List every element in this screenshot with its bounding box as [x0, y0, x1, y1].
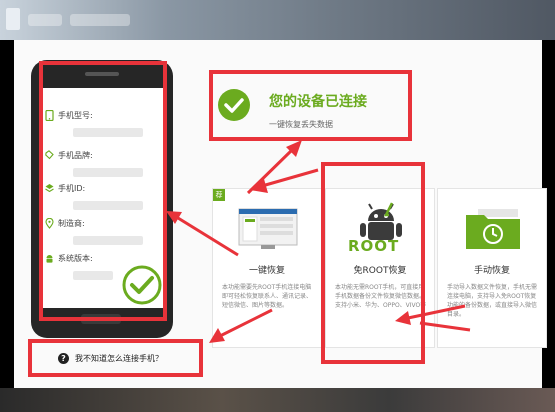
annotation-arrows	[166, 140, 471, 343]
